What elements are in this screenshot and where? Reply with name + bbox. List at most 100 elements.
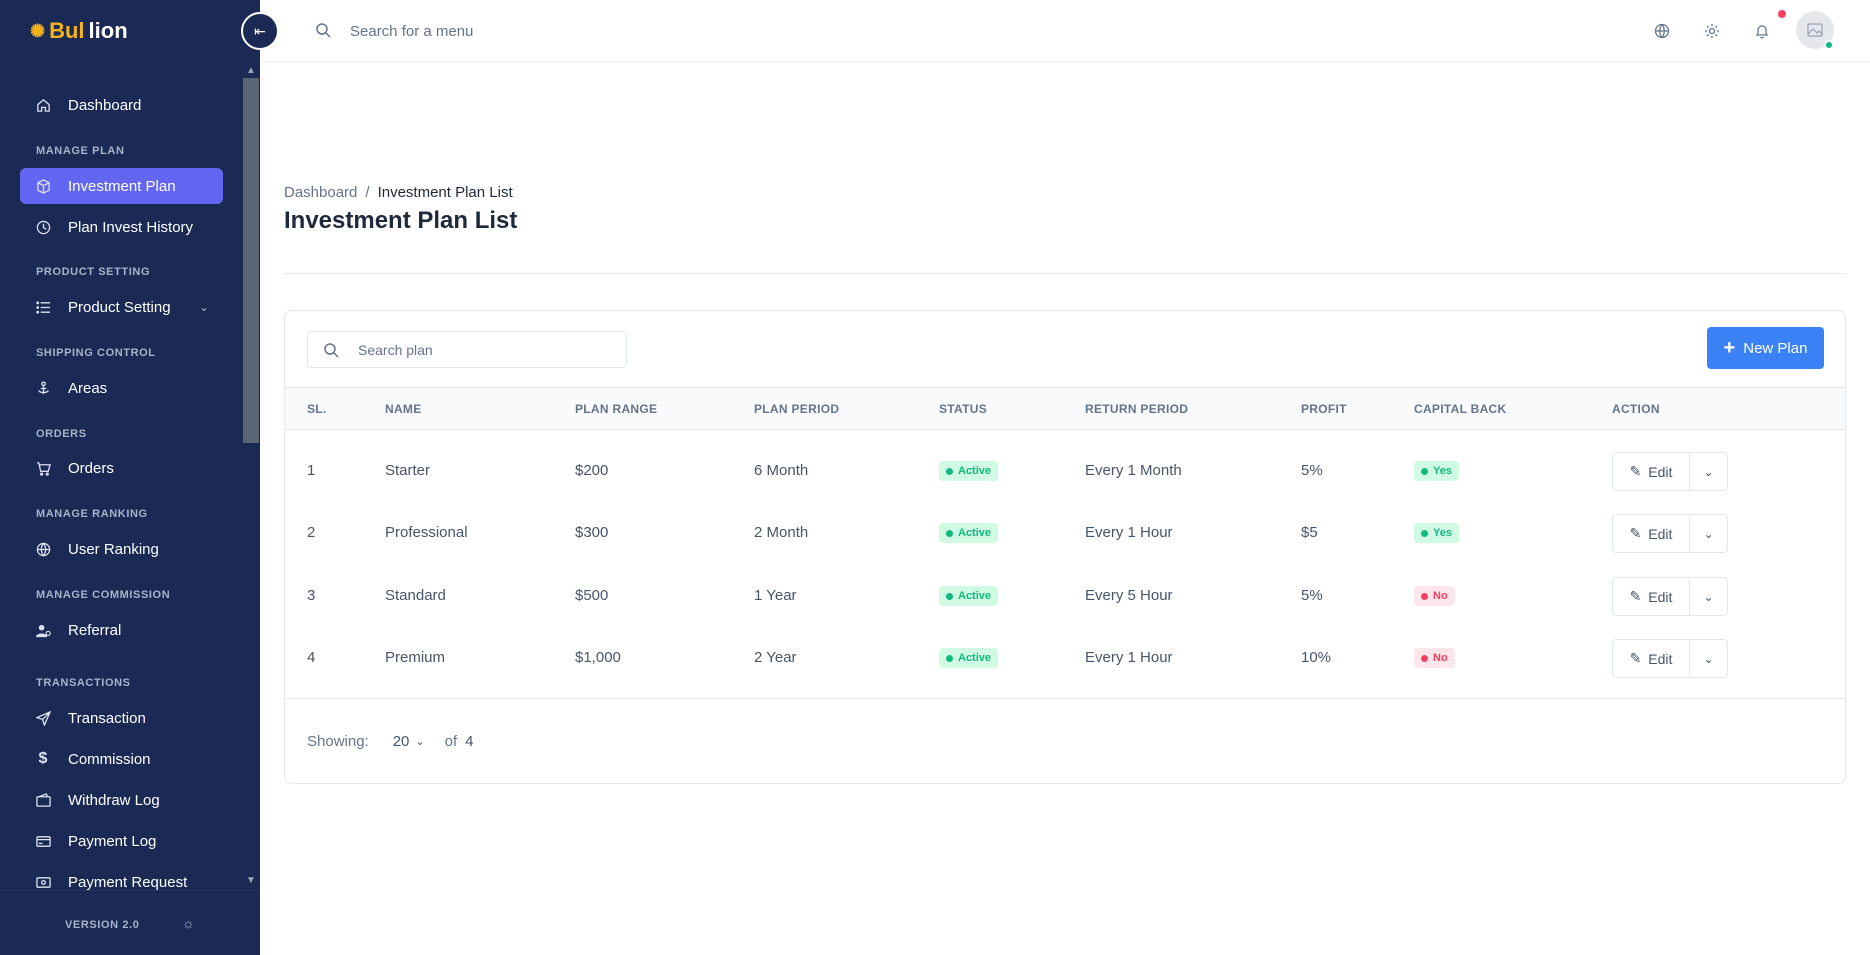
new-plan-button[interactable]: + New Plan (1707, 327, 1824, 369)
column-header-return-period[interactable]: RETURN PERIOD (1085, 402, 1188, 416)
sidebar-item-referral[interactable]: Referral (20, 612, 223, 648)
cell-plan-range: $1,000 (575, 649, 621, 666)
collapse-arrow-icon: ⇤ (254, 22, 266, 39)
sidebar-scroll-thumb[interactable] (243, 78, 259, 443)
sidebar-footer: VERSION 2.0 ☼ (0, 890, 260, 955)
column-header-sl[interactable]: SL. (307, 402, 327, 416)
card-icon (34, 832, 52, 850)
table-row: 1 Starter $200 6 Month Active Every 1 Mo… (285, 440, 1845, 502)
sun-icon[interactable]: ☼ (182, 915, 195, 931)
chevron-down-icon: ⌄ (415, 736, 425, 748)
pencil-icon: ✎ (1629, 525, 1642, 541)
status-badge: Active (939, 586, 999, 606)
sidebar-item-user-ranking[interactable]: User Ranking (20, 531, 223, 567)
cell-sl: 1 (307, 462, 316, 479)
table-header: SL. NAME PLAN RANGE PLAN PERIOD STATUS R… (285, 387, 1845, 430)
sidebar-item-payment-request[interactable]: Payment Request (20, 864, 223, 890)
sidebar-item-areas[interactable]: Areas (20, 370, 223, 406)
cell-plan-period: 2 Month (754, 524, 809, 541)
row-dropdown-button[interactable]: ⌄ (1690, 578, 1727, 615)
sidebar-item-dashboard[interactable]: Dashboard (20, 87, 223, 123)
user-gear-icon (34, 621, 52, 639)
divider (284, 273, 1846, 274)
column-header-plan-range[interactable]: PLAN RANGE (575, 402, 657, 416)
sidebar-item-product-setting[interactable]: Product Setting ⌄ (20, 289, 223, 325)
row-dropdown-button[interactable]: ⌄ (1690, 453, 1727, 490)
status-badge: Active (939, 523, 999, 543)
bell-icon[interactable] (1751, 20, 1773, 42)
list-icon (34, 298, 52, 316)
sidebar-item-label: Investment Plan (68, 177, 176, 195)
row-actions: ✎ Edit ⌄ (1612, 639, 1728, 678)
sidebar-item-label: Dashboard (68, 96, 142, 114)
notification-dot (1778, 10, 1786, 18)
edit-button[interactable]: ✎ Edit (1613, 640, 1690, 677)
globe-icon (34, 540, 52, 558)
chevron-down-icon: ⌄ (1703, 464, 1714, 479)
of-label: of (444, 733, 458, 750)
sidebar-item-label: Orders (68, 459, 114, 477)
cell-plan-period: 2 Year (754, 649, 797, 666)
edit-button[interactable]: ✎ Edit (1613, 515, 1690, 552)
sidebar-item-label: Plan Invest History (68, 218, 194, 236)
page-size-select[interactable]: 20 ⌄ (393, 733, 425, 750)
wallet-icon (34, 791, 52, 809)
sidebar-item-plan-invest-history[interactable]: Plan Invest History (20, 209, 223, 245)
online-status-dot (1824, 40, 1834, 50)
pencil-icon: ✎ (1629, 463, 1642, 479)
plan-search-input[interactable] (358, 338, 618, 362)
chevron-down-icon: ⌄ (198, 300, 209, 314)
column-header-name[interactable]: NAME (385, 402, 422, 416)
scroll-down-icon[interactable]: ▼ (242, 872, 260, 888)
sidebar-item-commission[interactable]: $ Commission (20, 741, 223, 777)
capital-back-badge: Yes (1414, 461, 1459, 481)
sidebar: ✺ Bul lion Dashboard MANAGE PLAN Investme… (0, 0, 260, 955)
sidebar-item-label: Referral (68, 621, 122, 639)
pencil-icon: ✎ (1629, 650, 1642, 666)
capital-back-badge: No (1414, 586, 1455, 606)
menu-search-input[interactable] (350, 18, 750, 44)
chevron-down-icon: ⌄ (1703, 651, 1714, 666)
brand-logo[interactable]: ✺ Bul lion (30, 18, 128, 44)
edit-button[interactable]: ✎ Edit (1613, 578, 1690, 615)
sidebar-menu: Dashboard MANAGE PLAN Investment Plan Pl… (0, 60, 242, 890)
cell-name: Professional (385, 524, 468, 541)
plan-search-box[interactable] (307, 331, 627, 368)
column-header-profit[interactable]: PROFIT (1301, 402, 1347, 416)
cell-profit: 10% (1301, 649, 1332, 666)
cell-return-period: Every 1 Month (1085, 462, 1182, 479)
sidebar-collapse-button[interactable]: ⇤ (241, 12, 279, 50)
breadcrumb-root[interactable]: Dashboard (284, 184, 357, 201)
section-orders: ORDERS (36, 428, 87, 440)
sidebar-item-investment-plan[interactable]: Investment Plan (20, 168, 223, 204)
sun-logo-icon: ✺ (30, 20, 46, 41)
status-badge: Active (939, 461, 999, 481)
anchor-icon (34, 379, 52, 397)
chevron-down-icon: ⌄ (1703, 589, 1714, 604)
row-dropdown-button[interactable]: ⌄ (1690, 640, 1727, 677)
cell-plan-period: 6 Month (754, 462, 809, 479)
row-actions: ✎ Edit ⌄ (1612, 514, 1728, 553)
sidebar-item-label: Areas (68, 379, 108, 397)
sidebar-item-transaction[interactable]: Transaction (20, 700, 223, 736)
column-header-status[interactable]: STATUS (939, 402, 987, 416)
version-label: VERSION 2.0 (65, 919, 140, 931)
row-dropdown-button[interactable]: ⌄ (1690, 515, 1727, 552)
cell-plan-range: $200 (575, 462, 609, 479)
column-header-capital-back[interactable]: CAPITAL BACK (1414, 402, 1507, 416)
gear-icon[interactable] (1701, 20, 1723, 42)
status-badge: Active (939, 648, 999, 668)
search-icon (315, 22, 331, 43)
search-icon (323, 342, 339, 363)
column-header-plan-period[interactable]: PLAN PERIOD (754, 402, 839, 416)
sidebar-item-payment-log[interactable]: Payment Log (20, 823, 223, 859)
box-icon (34, 177, 52, 195)
scroll-up-icon[interactable]: ▲ (242, 62, 260, 78)
edit-button[interactable]: ✎ Edit (1613, 453, 1690, 490)
sidebar-item-orders[interactable]: Orders (20, 450, 223, 486)
sidebar-item-withdraw-log[interactable]: Withdraw Log (20, 782, 223, 818)
section-manage-plan: MANAGE PLAN (36, 145, 125, 157)
cell-return-period: Every 5 Hour (1085, 587, 1173, 604)
dollar-icon: $ (38, 750, 48, 767)
globe-icon[interactable] (1651, 20, 1673, 42)
